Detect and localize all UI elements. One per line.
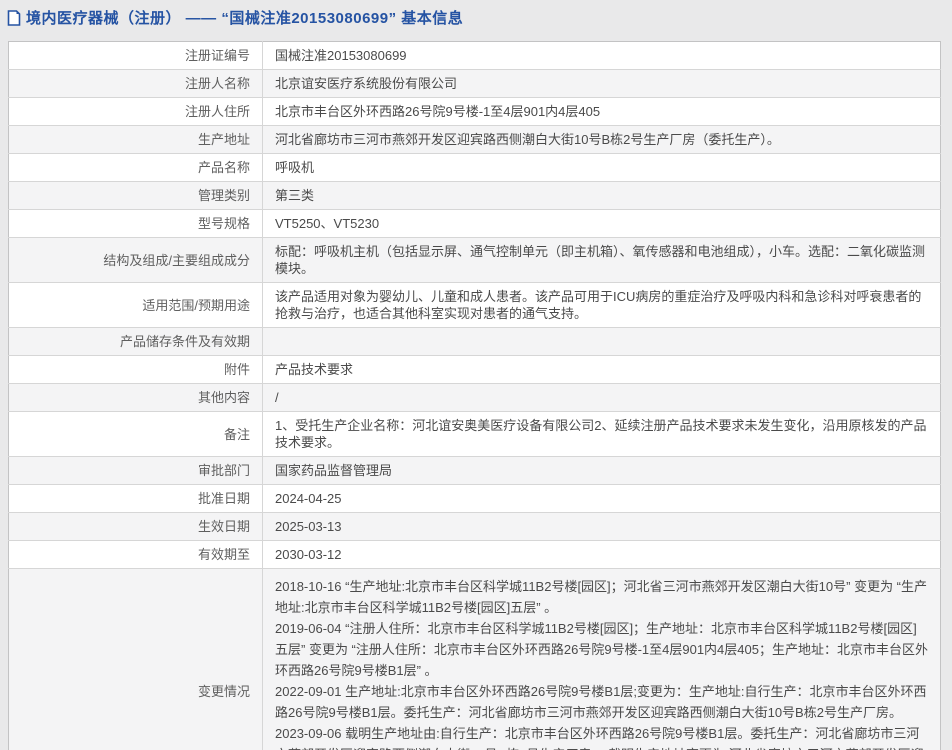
- table-row: 其他内容 /: [9, 384, 941, 412]
- table-row: 产品名称 呼吸机: [9, 154, 941, 182]
- page-title: 境内医疗器械（注册） —— “国械注准20153080699” 基本信息: [26, 7, 463, 28]
- row-value: 产品技术要求: [263, 356, 941, 384]
- row-label: 产品储存条件及有效期: [9, 328, 263, 356]
- table-row: 有效期至 2030-03-12: [9, 541, 941, 569]
- row-value: 国械注准20153080699: [263, 42, 941, 70]
- change-history-text: 2018-10-16 “生产地址:北京市丰台区科学城11B2号楼[园区]；河北省…: [263, 569, 941, 750]
- table-row: 附件 产品技术要求: [9, 356, 941, 384]
- row-value: 北京市丰台区外环西路26号院9号楼-1至4层901内4层405: [263, 98, 941, 126]
- row-label: 适用范围/预期用途: [9, 283, 263, 328]
- row-label: 注册人名称: [9, 70, 263, 98]
- row-value: 国家药品监督管理局: [263, 457, 941, 485]
- table-row: 注册人住所 北京市丰台区外环西路26号院9号楼-1至4层901内4层405: [9, 98, 941, 126]
- row-value: 2030-03-12: [263, 541, 941, 569]
- table-row-change-history: 变更情况 2018-10-16 “生产地址:北京市丰台区科学城11B2号楼[园区…: [9, 569, 941, 750]
- page-header: 境内医疗器械（注册） —— “国械注准20153080699” 基本信息: [0, 0, 952, 28]
- table-row: 批准日期 2024-04-25: [9, 485, 941, 513]
- row-value: 河北省廊坊市三河市燕郊开发区迎宾路西侧潮白大街10号B栋2号生产厂房（委托生产）…: [263, 126, 941, 154]
- row-value: [263, 328, 941, 356]
- row-value: 标配：呼吸机主机（包括显示屏、通气控制单元（即主机箱）、氧传感器和电池组成），小…: [263, 238, 941, 283]
- row-label: 备注: [9, 412, 263, 457]
- table-row: 管理类别 第三类: [9, 182, 941, 210]
- table-row: 注册人名称 北京谊安医疗系统股份有限公司: [9, 70, 941, 98]
- row-value: 2024-04-25: [263, 485, 941, 513]
- row-value: /: [263, 384, 941, 412]
- row-label: 结构及组成/主要组成成分: [9, 238, 263, 283]
- row-label: 其他内容: [9, 384, 263, 412]
- row-label: 附件: [9, 356, 263, 384]
- table-row: 产品储存条件及有效期: [9, 328, 941, 356]
- row-label: 变更情况: [9, 569, 263, 750]
- row-label: 批准日期: [9, 485, 263, 513]
- row-value: 呼吸机: [263, 154, 941, 182]
- row-value: 北京谊安医疗系统股份有限公司: [263, 70, 941, 98]
- row-label: 型号规格: [9, 210, 263, 238]
- row-value: 第三类: [263, 182, 941, 210]
- row-value: 1、受托生产企业名称：河北谊安奥美医疗设备有限公司2、延续注册产品技术要求未发生…: [263, 412, 941, 457]
- row-value: 该产品适用对象为婴幼儿、儿童和成人患者。该产品可用于ICU病房的重症治疗及呼吸内…: [263, 283, 941, 328]
- table-row: 审批部门 国家药品监督管理局: [9, 457, 941, 485]
- row-value: 2025-03-13: [263, 513, 941, 541]
- table-row: 适用范围/预期用途 该产品适用对象为婴幼儿、儿童和成人患者。该产品可用于ICU病…: [9, 283, 941, 328]
- table-row: 备注 1、受托生产企业名称：河北谊安奥美医疗设备有限公司2、延续注册产品技术要求…: [9, 412, 941, 457]
- table-row: 型号规格 VT5250、VT5230: [9, 210, 941, 238]
- document-icon: [7, 10, 21, 26]
- row-label: 注册证编号: [9, 42, 263, 70]
- row-label: 生产地址: [9, 126, 263, 154]
- table-row: 结构及组成/主要组成成分 标配：呼吸机主机（包括显示屏、通气控制单元（即主机箱）…: [9, 238, 941, 283]
- row-label: 管理类别: [9, 182, 263, 210]
- row-value: VT5250、VT5230: [263, 210, 941, 238]
- row-label: 注册人住所: [9, 98, 263, 126]
- row-label: 审批部门: [9, 457, 263, 485]
- table-row: 生产地址 河北省廊坊市三河市燕郊开发区迎宾路西侧潮白大街10号B栋2号生产厂房（…: [9, 126, 941, 154]
- row-label: 生效日期: [9, 513, 263, 541]
- registration-info-table: 注册证编号 国械注准20153080699 注册人名称 北京谊安医疗系统股份有限…: [8, 41, 941, 750]
- row-label: 有效期至: [9, 541, 263, 569]
- row-label: 产品名称: [9, 154, 263, 182]
- table-row: 注册证编号 国械注准20153080699: [9, 42, 941, 70]
- table-row: 生效日期 2025-03-13: [9, 513, 941, 541]
